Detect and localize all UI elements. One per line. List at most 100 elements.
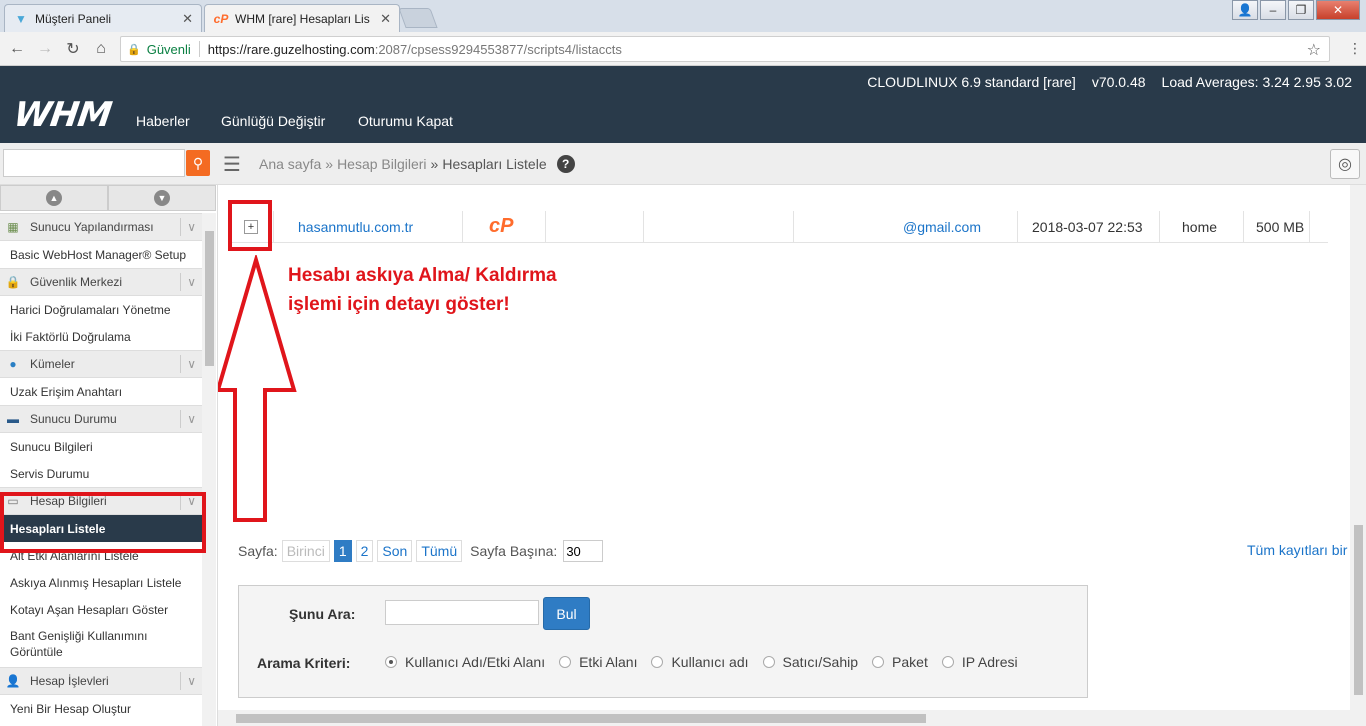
chevron-down-icon[interactable]: ∨ (180, 355, 196, 373)
find-button[interactable]: Bul (543, 597, 590, 630)
annotation-line: işlemi için detayı göster! (288, 294, 510, 315)
criteria-option[interactable]: Kullanıcı adı (651, 654, 749, 670)
page-2-button[interactable]: 2 (355, 540, 374, 562)
sidebar-item[interactable]: Bant Genişliği Kullanımını Görüntüle (0, 623, 202, 667)
support-lifebuoy-icon[interactable]: ◎ (1330, 149, 1360, 179)
last-page-button[interactable]: Son (377, 540, 413, 562)
email-cell: @gmail.com (794, 210, 1018, 243)
sidebar-category[interactable]: ● Kümeler ∨ (0, 350, 202, 378)
radio-button[interactable] (872, 656, 885, 668)
first-page-button[interactable]: Birinci (281, 540, 330, 562)
chevron-down-icon[interactable]: ∨ (180, 672, 196, 690)
radio-button[interactable] (762, 656, 775, 668)
home-icon[interactable]: ⌂ (90, 38, 112, 60)
sidebar-category[interactable]: ▦ Sunucu Yapılandırması ∨ (0, 213, 202, 241)
sidebar-item[interactable]: İki Faktörlü Doğrulama (0, 323, 202, 350)
domain-link[interactable]: hasanmutlu.com.tr (298, 219, 413, 235)
sidebar-item[interactable]: Servis Durumu (0, 460, 202, 487)
per-page-input[interactable] (563, 540, 604, 562)
back-icon[interactable]: ← (6, 38, 28, 60)
chevron-down-icon: ▼ (154, 190, 170, 206)
nav-gunlugu-degistir[interactable]: Günlüğü Değiştir (221, 113, 325, 129)
sidebar-item[interactable]: Kotayı Aşan Hesapları Göster (0, 596, 202, 623)
url-input[interactable]: 🔒 Güvenli https://rare.guzelhosting.com:… (120, 36, 1330, 62)
sidebar-search-input[interactable] (3, 149, 185, 177)
nav-oturumu-kapat[interactable]: Oturumu Kapat (358, 113, 453, 129)
chevron-down-icon[interactable]: ∨ (180, 273, 196, 291)
radio-button[interactable] (941, 656, 954, 668)
criteria-option[interactable]: Paket (872, 654, 928, 670)
server-name: CLOUDLINUX 6.9 standard [rare] (867, 74, 1076, 90)
tab-musteri-paneli[interactable]: ▼ Müşteri Paneli ✕ (4, 4, 202, 32)
window-close-icon[interactable]: ✕ (1316, 0, 1360, 20)
cpanel-login-icon[interactable]: cP (489, 215, 513, 238)
whm-logo[interactable]: WHM (11, 95, 113, 135)
sidebar-item[interactable]: Yeni Bir Hesap Oluştur (0, 695, 202, 722)
criteria-option-label: Etki Alanı (579, 654, 638, 670)
chevron-down-icon[interactable]: ∨ (180, 218, 196, 236)
criteria-option[interactable]: Satıcı/Sahip (762, 654, 858, 670)
server-config-icon: ▦ (7, 220, 19, 234)
server-version: v70.0.48 (1091, 74, 1146, 90)
url-host: https://rare.guzelhosting.com (207, 41, 375, 57)
sidebar-category[interactable]: ▬ Sunucu Durumu ∨ (0, 405, 202, 433)
sidebar-item[interactable]: Askıya Alınmış Hesapları Listele (0, 569, 202, 596)
tab-whm-accounts[interactable]: cP WHM [rare] Hesapları Lis ✕ (204, 4, 400, 32)
all-records-link[interactable]: Tüm kayıtları bir (1247, 542, 1347, 558)
radio-button[interactable] (651, 656, 664, 668)
close-icon[interactable]: ✕ (182, 11, 193, 27)
criteria-label: Arama Kriteri: (257, 655, 351, 671)
close-icon[interactable]: ✕ (380, 11, 391, 27)
new-tab-button[interactable] (398, 8, 438, 28)
sidebar: ▲ ▼ ▦ Sunucu Yapılandırması ∨ Basic WebHost… (0, 185, 218, 726)
radio-button[interactable] (559, 656, 572, 668)
main-horizontal-scrollbar[interactable] (218, 710, 1366, 726)
hamburger-menu-icon[interactable]: ☰ (223, 152, 241, 177)
sidebar-scroll-thumb[interactable] (205, 231, 214, 366)
account-search-input[interactable] (385, 600, 539, 625)
sidebar-list: ▦ Sunucu Yapılandırması ∨ Basic WebHost Man… (0, 213, 202, 722)
all-pages-button[interactable]: Tümü (416, 540, 463, 562)
expand-all-button[interactable]: ▼ (108, 185, 216, 211)
divider (198, 41, 200, 57)
nav-haberler[interactable]: Haberler (136, 113, 190, 129)
breadcrumb: Ana sayfa » Hesap Bilgileri » Hesapları … (259, 155, 575, 173)
sidebar-category[interactable]: 🔒 Güvenlik Merkezi ∨ (0, 268, 202, 296)
main-content: + hasanmutlu.com.tr cP @gmail.com 2018-0… (218, 185, 1366, 726)
sidebar-item[interactable]: Uzak Erişim Anahtarı (0, 378, 202, 405)
breadcrumb-home[interactable]: Ana sayfa (259, 156, 321, 172)
breadcrumb-bar: ☰ Ana sayfa » Hesap Bilgileri » Hesaplar… (218, 143, 1366, 185)
email-link[interactable]: @gmail.com (903, 219, 981, 235)
user-profile-icon[interactable]: 👤 (1232, 0, 1258, 20)
sidebar-item[interactable]: Basic WebHost Manager® Setup (0, 241, 202, 268)
main-scroll-thumb[interactable] (1354, 525, 1363, 695)
sidebar-search-bar: ⚲ (0, 143, 218, 185)
chevron-down-icon[interactable]: ∨ (180, 410, 196, 428)
criteria-option[interactable]: IP Adresi (941, 654, 1018, 670)
main-vertical-scrollbar[interactable] (1350, 185, 1366, 710)
bookmark-star-icon[interactable]: ☆ (1307, 40, 1321, 60)
search-label: Şunu Ara: (289, 606, 356, 622)
breadcrumb-section[interactable]: Hesap Bilgileri (337, 156, 426, 172)
sidebar-item[interactable]: Harici Doğrulamaları Yönetme (0, 296, 202, 323)
server-info: CLOUDLINUX 6.9 standard [rare] v70.0.48 … (867, 74, 1352, 90)
radio-button[interactable] (385, 656, 397, 668)
criteria-option[interactable]: Etki Alanı (559, 654, 637, 670)
maximize-icon[interactable]: ❐ (1288, 0, 1314, 20)
cpanel-cell: cP (463, 210, 546, 243)
sidebar-scrollbar[interactable] (202, 213, 216, 726)
date-cell: 2018-03-07 22:53 (1018, 210, 1160, 243)
browser-menu-icon[interactable]: ⋮ (1348, 40, 1362, 57)
forward-icon[interactable]: → (34, 38, 56, 60)
search-icon[interactable]: ⚲ (186, 150, 210, 176)
annotation-line: Hesabı askıya Alma/ Kaldırma (288, 265, 557, 286)
sidebar-category[interactable]: 👤 Hesap İşlevleri ∨ (0, 667, 202, 695)
page-1-button[interactable]: 1 (333, 540, 352, 562)
collapse-all-button[interactable]: ▲ (0, 185, 108, 211)
help-icon[interactable]: ? (556, 155, 575, 173)
main-hscroll-thumb[interactable] (236, 714, 926, 723)
sidebar-item[interactable]: Sunucu Bilgileri (0, 433, 202, 460)
minimize-icon[interactable]: – (1260, 0, 1286, 20)
reload-icon[interactable]: ↻ (62, 38, 84, 60)
criteria-option[interactable]: Kullanıcı Adı/Etki Alanı (385, 654, 545, 670)
